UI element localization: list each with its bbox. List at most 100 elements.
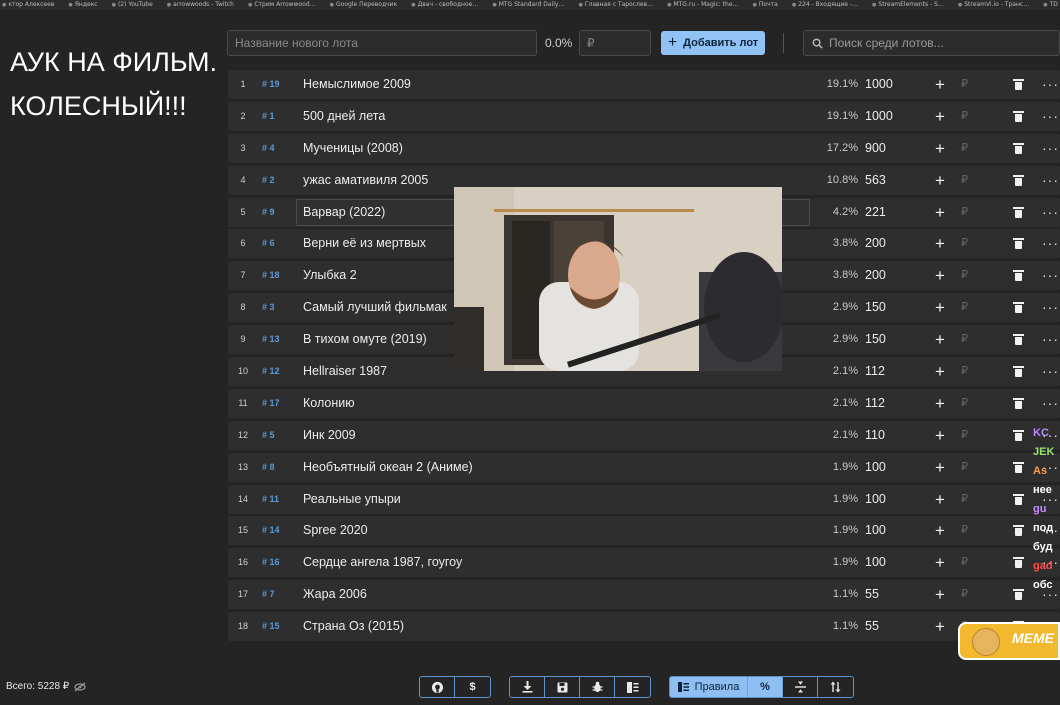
lot-id-badge[interactable]: # 7 [262,580,275,609]
more-options-button[interactable]: ··· [1042,389,1059,418]
delete-lot-button[interactable] [1013,525,1024,537]
lot-id-badge[interactable]: # 13 [262,325,280,354]
rules-button[interactable]: Правила [670,677,748,697]
add-amount-button[interactable]: + [935,166,945,195]
eye-off-icon[interactable] [74,682,86,692]
delete-lot-button[interactable] [1013,461,1024,473]
delete-lot-button[interactable] [1013,557,1024,569]
lot-name[interactable]: 500 дней лета [303,102,385,131]
lot-id-badge[interactable]: # 3 [262,293,275,322]
add-amount-button[interactable]: + [935,134,945,163]
lot-name[interactable]: Страна Оз (2015) [303,612,404,641]
search-box[interactable] [803,30,1060,56]
delete-lot-button[interactable] [1013,429,1024,441]
lot-id-badge[interactable]: # 18 [262,261,280,290]
compact-view-button[interactable] [783,677,818,697]
lot-id-badge[interactable]: # 19 [262,70,280,99]
history-button[interactable] [615,677,650,697]
lot-id-badge[interactable]: # 11 [262,485,279,514]
bookmark-link[interactable]: ктор Алексеев [2,0,54,10]
add-amount-button[interactable]: + [935,198,945,227]
percent-toggle[interactable]: % [748,677,783,697]
ruble-amount-input[interactable]: ₽ [961,293,968,322]
bookmark-link[interactable]: Яндекс [68,0,98,10]
lot-name[interactable]: Улыбка 2 [303,261,357,290]
add-amount-button[interactable]: + [935,261,945,290]
bookmark-link[interactable]: TD Главная - TOPDeck… [1043,0,1060,10]
ruble-amount-input[interactable]: ₽ [961,421,968,450]
more-options-button[interactable]: ··· [1042,102,1059,131]
lot-id-badge[interactable]: # 2 [262,166,275,195]
delete-lot-button[interactable] [1013,493,1024,505]
donate-button[interactable]: $ [455,677,490,697]
ruble-amount-input[interactable]: ₽ [961,580,968,609]
lot-id-badge[interactable]: # 4 [262,134,275,163]
lot-name[interactable]: Верни её из мертвых [303,229,426,258]
add-amount-button[interactable]: + [935,229,945,258]
delete-lot-button[interactable] [1013,302,1024,314]
lot-name[interactable]: Самый лучший фильмак [303,293,447,322]
lot-name[interactable]: Инк 2009 [303,421,356,450]
lot-row[interactable]: 18# 15Страна Оз (2015)1.1%55+₽··· [228,612,1060,642]
ruble-amount-input[interactable]: ₽ [961,102,968,131]
add-lot-button[interactable]: + Добавить лот [661,31,765,55]
add-amount-button[interactable]: + [935,102,945,131]
lot-name[interactable]: Колонию [303,389,355,418]
save-button[interactable] [545,677,580,697]
delete-lot-button[interactable] [1013,110,1024,122]
ruble-amount-input[interactable]: ₽ [961,357,968,386]
lot-name[interactable]: ужас амативиля 2005 [303,166,428,195]
delete-lot-button[interactable] [1013,366,1024,378]
bookmark-link[interactable]: arrowwoods - Twitch [167,0,234,10]
lot-id-badge[interactable]: # 6 [262,229,275,258]
ruble-amount-input[interactable]: ₽ [961,198,968,227]
delete-lot-button[interactable] [1013,174,1024,186]
lot-id-badge[interactable]: # 9 [262,198,275,227]
lot-row[interactable]: 15 # 14 Spree 2020 1.9% 100 + ₽ ··· [228,516,1060,546]
delete-lot-button[interactable] [1013,206,1024,218]
more-options-button[interactable]: ··· [1042,166,1059,195]
new-lot-name-input[interactable] [227,30,537,56]
lot-row[interactable]: 12 # 5 Инк 2009 2.1% 110 + ₽ ··· [228,420,1060,450]
bookmark-link[interactable]: (2) YouTube [112,0,153,10]
bookmark-link[interactable]: Двач - свободное… [411,0,479,10]
lot-id-badge[interactable]: # 8 [262,453,275,482]
ruble-amount-input[interactable]: ₽ [961,485,968,514]
lot-row[interactable]: 11 # 17 Колонию 2.1% 112 + ₽ ··· [228,388,1060,418]
lot-id-badge[interactable]: # 15 [262,612,280,641]
more-options-button[interactable]: ··· [1042,293,1059,322]
lot-row[interactable]: 16 # 16 Сердце ангела 1987, гоугоу 1.9% 100 +… [228,548,1060,578]
ruble-amount-input[interactable]: ₽ [961,453,968,482]
lot-name[interactable]: Реальные упыри [303,485,401,514]
lot-name[interactable]: Необъятный океан 2 (Аниме) [303,453,473,482]
delete-lot-button[interactable] [1013,238,1024,250]
add-amount-button[interactable]: + [935,70,945,99]
more-options-button[interactable]: ··· [1042,325,1059,354]
add-amount-button[interactable]: + [935,421,945,450]
lot-name[interactable]: В тихом омуте (2019) [303,325,427,354]
bookmark-link[interactable]: Стрим Arrowwood… [248,0,315,10]
bookmark-link[interactable]: Почта [753,0,778,10]
lot-id-badge[interactable]: # 17 [262,389,280,418]
ruble-amount-input[interactable]: ₽ [961,70,968,99]
download-button[interactable] [510,677,545,697]
lot-id-badge[interactable]: # 12 [262,357,280,386]
bug-report-button[interactable] [580,677,615,697]
delete-lot-button[interactable] [1013,79,1024,90]
bookmark-link[interactable]: MTG.ru - Magic: the… [667,0,738,10]
delete-lot-button[interactable] [1013,334,1024,346]
add-amount-button[interactable]: + [935,357,945,386]
add-amount-button[interactable]: + [935,293,945,322]
lot-row[interactable]: 13 # 8 Необъятный океан 2 (Аниме) 1.9% 100 + ₽… [228,452,1060,482]
more-options-button[interactable]: ··· [1042,70,1059,99]
more-options-button[interactable]: ··· [1042,134,1059,163]
add-amount-button[interactable]: + [935,548,945,577]
more-options-button[interactable]: ··· [1042,261,1059,290]
lot-row[interactable]: 2 # 1 500 дней лета 19.1% 1000 + ₽ ··· [228,101,1060,131]
ruble-amount-input[interactable]: ₽ [961,134,968,163]
delete-lot-button[interactable] [1013,589,1024,601]
lot-name[interactable]: Немыслимое 2009 [303,70,411,99]
add-amount-button[interactable]: + [935,580,945,609]
new-lot-amount-input[interactable] [579,30,651,56]
ruble-amount-input[interactable]: ₽ [961,166,968,195]
